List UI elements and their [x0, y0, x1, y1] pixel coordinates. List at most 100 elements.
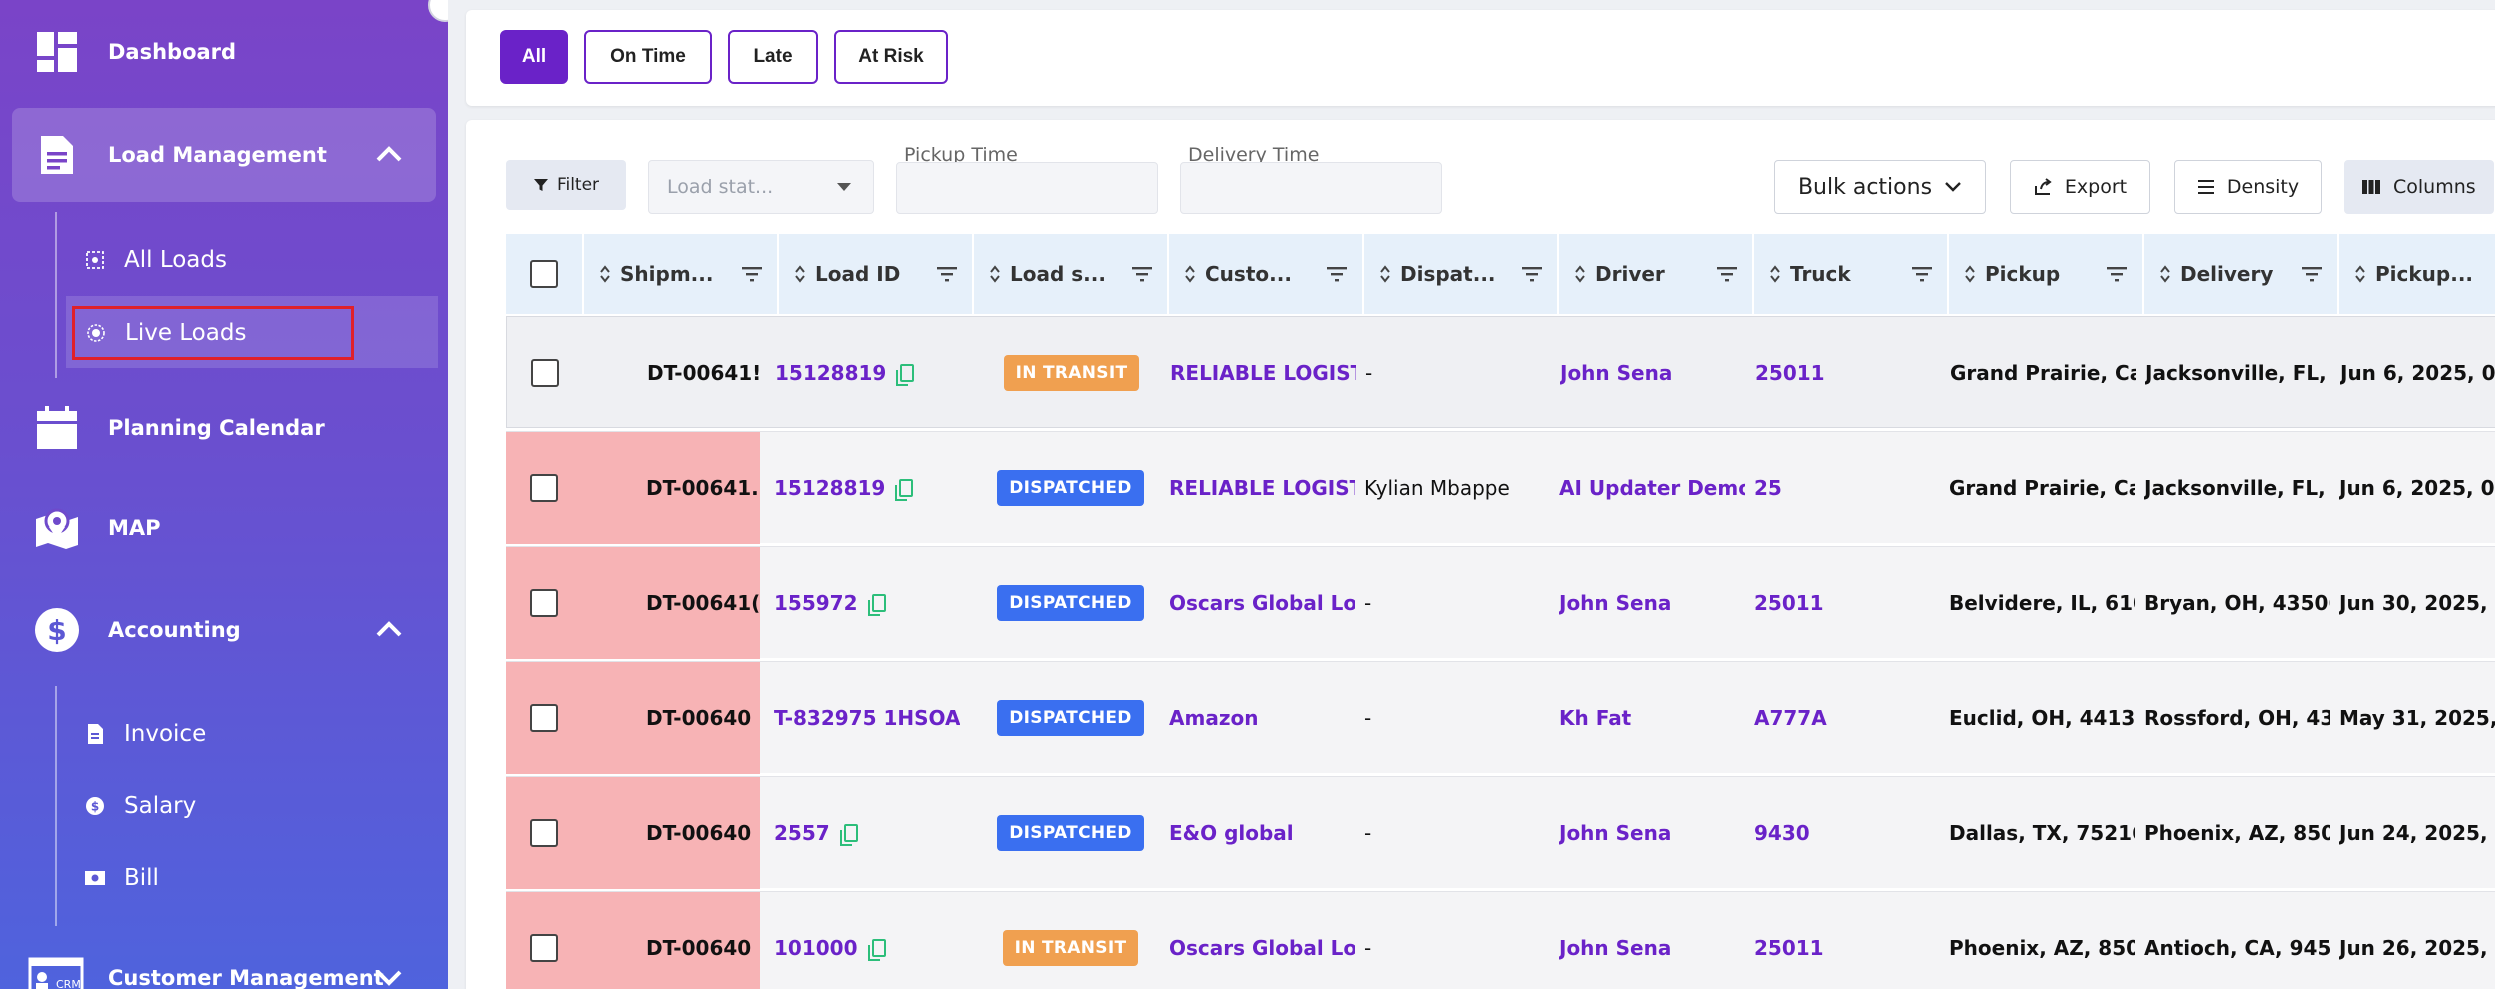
row-checkbox[interactable]: [530, 589, 558, 617]
bulk-actions-button[interactable]: Bulk actions: [1774, 160, 1986, 214]
column-filter-icon[interactable]: [1131, 265, 1153, 283]
table-row[interactable]: DT-00640 T-832975 1HSOA. DISPATCHED Amazon -…: [506, 661, 2495, 774]
load-id-link[interactable]: 15128819: [774, 476, 885, 500]
customer-cell[interactable]: Oscars Global Loɡ: [1169, 892, 1355, 989]
column-header-truck[interactable]: Truck: [1754, 234, 1947, 314]
tab-late[interactable]: Late: [728, 30, 818, 84]
column-filter-icon[interactable]: [936, 265, 958, 283]
customer-cell[interactable]: E&O global: [1169, 777, 1355, 889]
sidebar-item-load-management[interactable]: Load Management: [12, 108, 436, 202]
tab-at-risk[interactable]: At Risk: [834, 30, 948, 84]
sidebar-subitem-bill[interactable]: Bill: [72, 856, 402, 900]
customer-cell[interactable]: RELIABLE LOGIST: [1170, 317, 1356, 429]
column-filter-icon[interactable]: [1521, 265, 1543, 283]
column-header-load-id[interactable]: Load ID: [779, 234, 972, 314]
column-filter-icon[interactable]: [2106, 265, 2128, 283]
chevron-down-icon[interactable]: [374, 962, 404, 989]
truck-cell[interactable]: 25011: [1755, 317, 1941, 429]
sidebar-item-customer-management[interactable]: CRM Customer Management: [0, 950, 448, 989]
column-filter-icon[interactable]: [2301, 265, 2323, 283]
shipment-cell[interactable]: DT-00641!: [647, 317, 761, 429]
sort-icon[interactable]: [1768, 264, 1782, 284]
sort-icon[interactable]: [1963, 264, 1977, 284]
copy-icon[interactable]: [839, 824, 858, 846]
table-row[interactable]: DT-00641(155972 DISPATCHED Oscars Global L…: [506, 546, 2495, 659]
shipment-cell[interactable]: DT-00640: [646, 777, 760, 889]
row-checkbox[interactable]: [530, 819, 558, 847]
driver-cell[interactable]: AI Updater Demo: [1559, 432, 1745, 544]
load-id-link[interactable]: 2557: [774, 821, 830, 845]
sidebar-item-map[interactable]: MAP: [0, 500, 448, 556]
column-header-driver[interactable]: Driver: [1559, 234, 1752, 314]
row-checkbox[interactable]: [531, 359, 559, 387]
driver-cell[interactable]: John Sena: [1560, 317, 1746, 429]
load-id-link[interactable]: 101000: [774, 936, 858, 960]
sidebar-subitem-invoice[interactable]: Invoice: [72, 712, 402, 756]
sidebar-item-dashboard[interactable]: Dashboard: [0, 24, 448, 80]
pickup-time-input[interactable]: [896, 162, 1158, 214]
load-id-cell[interactable]: 101000: [774, 892, 960, 989]
sort-icon[interactable]: [1573, 264, 1587, 284]
table-row[interactable]: DT-00641! 15128819 IN TRANSIT RELIABLE LOGI…: [506, 316, 2495, 428]
sort-icon[interactable]: [2158, 264, 2172, 284]
load-id-link[interactable]: 155972: [774, 591, 858, 615]
tab-on-time[interactable]: On Time: [584, 30, 712, 84]
driver-cell[interactable]: John Sena: [1559, 777, 1745, 889]
copy-icon[interactable]: [867, 594, 886, 616]
sidebar-item-accounting[interactable]: $ Accounting: [0, 602, 448, 658]
column-header-pickup-time[interactable]: Pickup...: [2339, 234, 2495, 314]
truck-cell[interactable]: 9430: [1754, 777, 1940, 889]
filter-button[interactable]: Filter: [506, 160, 626, 210]
column-filter-icon[interactable]: [1716, 265, 1738, 283]
column-header-load-status[interactable]: Load s...: [974, 234, 1167, 314]
row-checkbox[interactable]: [530, 474, 558, 502]
copy-icon[interactable]: [895, 479, 914, 501]
shipment-cell[interactable]: DT-00640: [646, 892, 760, 989]
sidebar-collapse-handle[interactable]: [428, 0, 448, 22]
columns-button[interactable]: Columns: [2344, 160, 2494, 214]
customer-cell[interactable]: Oscars Global Loɡ: [1169, 547, 1355, 659]
tab-all[interactable]: All: [500, 30, 568, 84]
copy-icon[interactable]: [867, 939, 886, 961]
chevron-up-icon[interactable]: [374, 140, 404, 170]
sidebar-subitem-all-loads[interactable]: All Loads: [72, 238, 402, 282]
delivery-time-input[interactable]: [1180, 162, 1442, 214]
copy-icon[interactable]: [896, 364, 915, 386]
load-id-link[interactable]: 15128819: [775, 361, 886, 385]
column-filter-icon[interactable]: [741, 265, 763, 283]
load-id-cell[interactable]: T-832975 1HSOA.: [774, 662, 960, 774]
load-status-select[interactable]: Load stat...: [648, 160, 874, 214]
sort-icon[interactable]: [1183, 264, 1197, 284]
driver-cell[interactable]: John Sena: [1559, 892, 1745, 989]
driver-cell[interactable]: Kh Fat: [1559, 662, 1745, 774]
shipment-cell[interactable]: DT-00641(: [646, 547, 760, 659]
load-id-link[interactable]: T-832975 1HSOA.: [774, 706, 960, 730]
shipment-cell[interactable]: DT-00640: [646, 662, 760, 774]
sidebar-subitem-salary[interactable]: $ Salary: [72, 784, 402, 828]
load-id-cell[interactable]: 155972: [774, 547, 960, 659]
shipment-cell[interactable]: DT-00641.: [646, 432, 760, 544]
column-header-customer[interactable]: Custo...: [1169, 234, 1362, 314]
column-header-pickup[interactable]: Pickup: [1949, 234, 2142, 314]
load-id-cell[interactable]: 15128819: [775, 317, 961, 429]
sort-icon[interactable]: [2353, 264, 2367, 284]
table-row[interactable]: DT-00641. 15128819 DISPATCHED RELIABLE LOGI…: [506, 431, 2495, 544]
column-filter-icon[interactable]: [1326, 265, 1348, 283]
load-id-cell[interactable]: 2557: [774, 777, 960, 889]
customer-cell[interactable]: Amazon: [1169, 662, 1355, 774]
column-header-dispatcher[interactable]: Dispat...: [1364, 234, 1557, 314]
select-all-checkbox[interactable]: [530, 260, 558, 288]
customer-cell[interactable]: RELIABLE LOGIST: [1169, 432, 1355, 544]
table-row[interactable]: DT-00640 101000 IN TRANSIT Oscars Global Lo…: [506, 891, 2495, 989]
sort-icon[interactable]: [1378, 264, 1392, 284]
truck-cell[interactable]: 25011: [1754, 892, 1940, 989]
column-filter-icon[interactable]: [1911, 265, 1933, 283]
row-checkbox[interactable]: [530, 704, 558, 732]
load-id-cell[interactable]: 15128819: [774, 432, 960, 544]
column-header-shipment[interactable]: Shipm...: [584, 234, 777, 314]
sort-icon[interactable]: [598, 264, 612, 284]
chevron-up-icon[interactable]: [374, 615, 404, 645]
driver-cell[interactable]: John Sena: [1559, 547, 1745, 659]
density-button[interactable]: Density: [2174, 160, 2322, 214]
truck-cell[interactable]: A777A: [1754, 662, 1940, 774]
